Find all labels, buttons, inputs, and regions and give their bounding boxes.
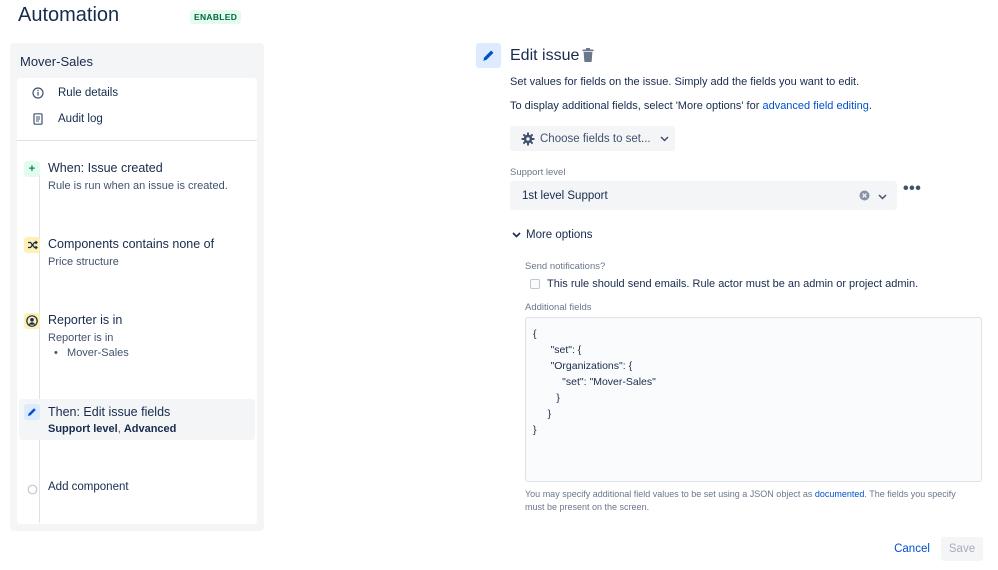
step-condition-reporter[interactable]: Reporter is in Reporter is in • Mover-Sa… <box>19 304 255 370</box>
document-icon <box>29 113 47 125</box>
divider <box>17 140 257 141</box>
additional-fields-textarea[interactable]: { "set": { "Organizations": { "set": "Mo… <box>525 317 982 482</box>
plus-icon: + <box>24 161 40 177</box>
chevron-down-icon[interactable] <box>878 191 887 203</box>
step-subtitle: Price structure <box>48 256 119 268</box>
support-level-value: 1st level Support <box>522 189 608 202</box>
additional-fields-help: You may specify additional field values … <box>525 488 975 514</box>
support-level-select[interactable]: 1st level Support <box>510 181 897 210</box>
shuffle-icon <box>24 237 40 253</box>
step-title: When: Issue created <box>48 161 163 175</box>
step-title: Then: Edit issue fields <box>48 405 171 419</box>
rule-sidebar: Mover-Sales Rule details Audit log + Whe… <box>10 43 264 531</box>
status-badge: ENABLED <box>190 10 242 24</box>
clear-icon[interactable] <box>859 190 870 204</box>
add-component-label: Add component <box>48 481 129 493</box>
trash-icon[interactable] <box>582 48 594 65</box>
send-notifications-label: Send notifications? <box>525 261 606 272</box>
step-trigger-issue-created[interactable]: + When: Issue created Rule is run when a… <box>19 152 255 202</box>
audit-log-label: Audit log <box>58 113 103 125</box>
choose-fields-label: Choose fields to set... <box>540 132 651 145</box>
more-options-label: More options <box>526 229 593 241</box>
page-title: Automation <box>18 4 120 26</box>
step-condition-components[interactable]: Components contains none of Price struct… <box>19 228 255 278</box>
step-subtitle: Reporter is in <box>48 332 114 344</box>
rule-steps-card: Rule details Audit log + When: Issue cre… <box>17 78 257 524</box>
advanced-field-editing-link[interactable]: advanced field editing <box>762 100 868 112</box>
rule-name: Mover-Sales <box>20 54 93 69</box>
add-component-button[interactable]: Add component <box>19 478 255 500</box>
audit-log-link[interactable]: Audit log <box>29 113 103 125</box>
support-level-label: Support level <box>510 167 566 178</box>
choose-fields-button[interactable]: Choose fields to set... <box>510 126 675 151</box>
rule-details-label: Rule details <box>58 87 119 99</box>
subtitle-field-1: Support level <box>48 423 118 435</box>
subtitle-field-2: Advanced <box>123 423 177 435</box>
step-action-edit-issue[interactable]: Then: Edit issue fields Support level, A… <box>19 399 255 440</box>
pencil-icon <box>24 404 40 420</box>
editor-title: Edit issue <box>510 47 580 64</box>
bullet-text: Mover-Sales <box>67 347 129 359</box>
step-title: Components contains none of <box>48 237 215 251</box>
pencil-icon <box>476 43 501 68</box>
cancel-button[interactable]: Cancel <box>886 537 938 561</box>
rule-details-link[interactable]: Rule details <box>29 87 118 99</box>
desc-suffix: . <box>868 100 872 112</box>
user-circle-icon <box>24 313 40 329</box>
documented-link[interactable]: documented <box>815 489 865 499</box>
help-prefix: You may specify additional field values … <box>525 489 815 499</box>
more-options-toggle[interactable]: More options <box>512 229 592 241</box>
empty-circle-icon <box>24 481 40 497</box>
info-icon <box>29 87 47 99</box>
more-actions-icon[interactable]: ••• <box>903 181 921 197</box>
send-notifications-checkbox[interactable] <box>530 279 540 289</box>
bullet-dot: • <box>54 347 58 359</box>
save-button[interactable]: Save <box>941 537 983 561</box>
step-bullet: • Mover-Sales <box>54 347 129 359</box>
desc-prefix: To display additional fields, select 'Mo… <box>510 100 763 112</box>
editor-description: Set values for fields on the issue. Simp… <box>510 76 860 88</box>
gear-icon <box>521 132 535 146</box>
step-subtitle: Support level, Advanced <box>48 423 176 435</box>
send-notifications-checkbox-label[interactable]: This rule should send emails. Rule actor… <box>547 278 918 290</box>
step-subtitle: Rule is run when an issue is created. <box>48 180 228 192</box>
chevron-down-icon <box>660 135 669 142</box>
step-title: Reporter is in <box>48 313 123 327</box>
editor-description-advanced: To display additional fields, select 'Mo… <box>510 100 872 112</box>
additional-fields-label: Additional fields <box>525 302 592 313</box>
chevron-down-icon <box>512 232 521 238</box>
